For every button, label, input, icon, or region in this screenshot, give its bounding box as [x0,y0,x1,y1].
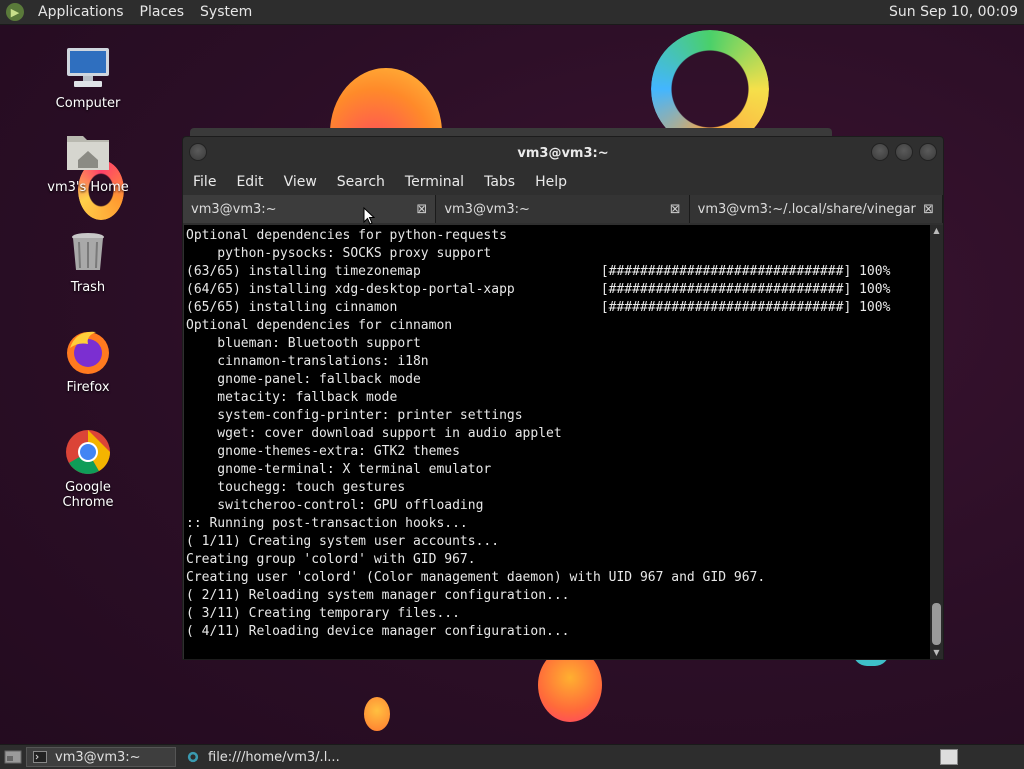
tab-label: vm3@vm3:~/.local/share/vinegar [697,201,916,217]
terminal-line: ( 3/11) Creating temporary files... [186,606,460,621]
tab-close-icon[interactable]: ⊠ [670,202,681,217]
tab-2[interactable]: vm3@vm3:~ ⊠ [436,195,690,223]
desktop-icon-label: Google Chrome [62,480,114,510]
bottom-panel: vm3@vm3:~ file:///home/vm3/.l... [0,744,1024,769]
computer-icon [67,48,109,87]
taskbar-item-terminal[interactable]: vm3@vm3:~ [26,747,176,767]
terminal-line: switcheroo-control: GPU offloading [186,498,484,513]
terminal-line: (64/65) installing xdg-desktop-portal-xa… [186,282,891,297]
desktop-icon-label: Computer [55,96,121,111]
wallpaper-small-shape [364,697,390,731]
tab-label: vm3@vm3:~ [444,201,530,217]
tab-3[interactable]: vm3@vm3:~/.local/share/vinegar ⊠ [689,195,943,223]
terminal-window[interactable]: vm3@vm3:~ File Edit View Search Terminal… [182,136,944,660]
desktop-icon-chrome[interactable]: Google Chrome [38,428,138,510]
tab-label: vm3@vm3:~ [191,201,277,217]
tab-close-icon[interactable]: ⊠ [923,202,934,217]
terminal-line: gnome-themes-extra: GTK2 themes [186,444,460,459]
desktop-icon-label: vm3's Home [47,180,129,195]
desktop-icon-firefox[interactable]: Firefox [38,328,138,395]
menu-terminal[interactable]: Terminal [395,174,474,190]
terminal-line: gnome-panel: fallback mode [186,372,421,387]
home-folder-icon [67,136,109,170]
terminal-line: system-config-printer: printer settings [186,408,523,423]
maximize-icon[interactable] [895,143,913,161]
desktop-icon-trash[interactable]: Trash [38,228,138,295]
menu-places[interactable]: Places [132,4,193,20]
minimize-icon[interactable] [871,143,889,161]
scrollbar-thumb[interactable] [932,603,941,645]
menu-applications[interactable]: Applications [30,4,132,20]
menu-help[interactable]: Help [525,174,577,190]
menu-file[interactable]: File [183,174,226,190]
terminal-line: Optional dependencies for python-request… [186,228,507,243]
desktop-icon-computer[interactable]: Computer [38,44,138,111]
firefox-icon [67,331,109,374]
terminal-line: cinnamon-translations: i18n [186,354,429,369]
window-menu-icon[interactable] [189,143,207,161]
taskbar-item-label: vm3@vm3:~ [55,749,141,765]
menu-search[interactable]: Search [327,174,395,190]
menu-tabs[interactable]: Tabs [474,174,525,190]
trash-icon [72,233,104,270]
terminal-line: blueman: Bluetooth support [186,336,421,351]
desktop-icon-home[interactable]: vm3's Home [38,128,138,195]
distro-logo-icon[interactable]: ▶ [6,3,24,21]
close-icon[interactable] [919,143,937,161]
top-panel: ▶ Applications Places System Sun Sep 10,… [0,0,1024,25]
terminal-line: python-pysocks: SOCKS proxy support [186,246,492,261]
window-titlebar[interactable]: vm3@vm3:~ [183,137,943,169]
menu-edit[interactable]: Edit [226,174,273,190]
terminal-line: Optional dependencies for cinnamon [186,318,453,333]
terminal-output[interactable]: Optional dependencies for python-request… [184,225,930,659]
terminal-line: (63/65) installing timezonemap [########… [186,264,891,279]
tab-1[interactable]: vm3@vm3:~ ⊠ [183,195,437,223]
scroll-down-icon[interactable]: ▼ [932,649,941,657]
terminal-line: touchegg: touch gestures [186,480,406,495]
terminal-line: metacity: fallback mode [186,390,398,405]
menu-view[interactable]: View [274,174,327,190]
terminal-line: ( 2/11) Reloading system manager configu… [186,588,570,603]
terminal-line: Creating group 'colord' with GID 967. [186,552,476,567]
terminal-line: (65/65) installing cinnamon [###########… [186,300,891,315]
terminal-icon [33,751,47,763]
taskbar-item-label: file:///home/vm3/.l... [208,749,340,765]
terminal-line: wget: cover download support in audio ap… [186,426,562,441]
terminal-line: :: Running post-transaction hooks... [186,516,468,531]
mouse-cursor-icon [363,207,375,225]
desktop-icon-label: Trash [70,280,106,295]
terminal-line: ( 1/11) Creating system user accounts... [186,534,500,549]
browser-icon [187,751,199,763]
terminal-line: ( 4/11) Reloading device manager configu… [186,624,570,639]
terminal-text: Optional dependencies for python-request… [184,225,930,641]
tab-close-icon[interactable]: ⊠ [416,202,427,217]
show-desktop-icon[interactable] [4,750,22,764]
chrome-icon [66,430,110,474]
menu-system[interactable]: System [192,4,260,20]
scroll-up-icon[interactable]: ▲ [932,227,941,235]
workspace-switcher[interactable] [940,749,958,765]
terminal-scrollbar[interactable]: ▲ ▼ [930,225,943,659]
terminal-menubar: File Edit View Search Terminal Tabs Help [183,169,943,195]
terminal-tabbar: vm3@vm3:~ ⊠ vm3@vm3:~ ⊠ vm3@vm3:~/.local… [183,195,943,223]
terminal-line: gnome-terminal: X terminal emulator [186,462,492,477]
window-title: vm3@vm3:~ [517,145,609,161]
clock[interactable]: Sun Sep 10, 00:09 [889,4,1024,20]
desktop-icon-label: Firefox [66,380,110,395]
terminal-line: Creating user 'colord' (Color management… [186,570,766,585]
taskbar-item-browser[interactable]: file:///home/vm3/.l... [180,747,346,767]
